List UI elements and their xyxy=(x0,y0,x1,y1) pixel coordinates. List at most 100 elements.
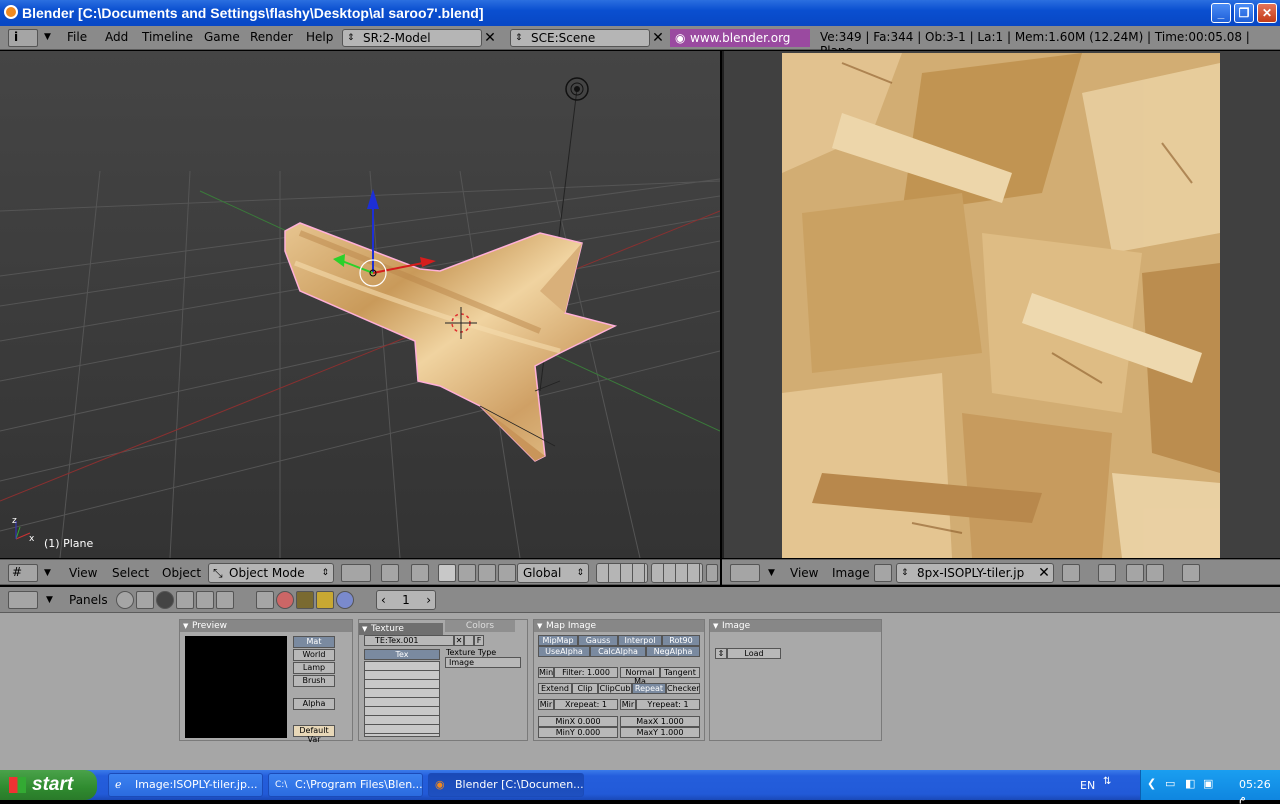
image-browse-icon[interactable]: ⇕ xyxy=(715,648,727,659)
repeat-button[interactable]: Repeat xyxy=(632,683,666,694)
language-indicator[interactable]: EN xyxy=(1080,779,1095,792)
delete-scene-icon[interactable]: ✕ xyxy=(649,29,667,47)
lamp-button[interactable]: Lamp xyxy=(293,662,335,674)
clip-button[interactable]: Clip xyxy=(572,683,598,694)
tangent-selector[interactable]: Tangent xyxy=(660,667,700,678)
texture-channel-list[interactable] xyxy=(364,661,440,737)
collapse-arrow-icon[interactable]: ▼ xyxy=(46,595,53,605)
colors-tab[interactable]: Colors xyxy=(445,620,515,632)
texture-type-selector[interactable]: Image xyxy=(445,657,521,668)
close-button[interactable]: ✕ xyxy=(1257,3,1277,23)
start-button[interactable]: start xyxy=(0,770,97,800)
snap-icon[interactable] xyxy=(411,564,429,582)
menu-game[interactable]: Game xyxy=(204,30,240,44)
filter-field[interactable]: Filter: 1.000 xyxy=(554,667,618,678)
taskbar-item-blender[interactable]: ◉ Blender [C:\Documen... xyxy=(428,773,584,797)
miny-field[interactable]: MinY 0.000 xyxy=(538,727,618,738)
volume-icon[interactable]: ◧ xyxy=(1185,777,1195,790)
clock[interactable]: 05:26 م xyxy=(1239,778,1280,804)
image-editor-type-icon[interactable] xyxy=(730,564,760,582)
interpol-toggle[interactable]: Interpol xyxy=(618,635,662,646)
orientation-selector[interactable]: Global ⇕ xyxy=(517,563,589,583)
object-context-icon[interactable] xyxy=(176,591,194,609)
collapse-arrow-icon[interactable]: ▼ xyxy=(44,32,51,42)
view3d-editor-icon[interactable]: # xyxy=(8,564,38,582)
scene-context-icon[interactable] xyxy=(216,591,234,609)
clipcube-button[interactable]: ClipCub xyxy=(598,683,632,694)
layer-buttons-1[interactable] xyxy=(596,563,648,583)
lock-icon[interactable] xyxy=(1182,564,1200,582)
collapse-arrow-icon[interactable]: ▼ xyxy=(44,568,51,578)
usealpha-toggle[interactable]: UseAlpha xyxy=(538,646,590,657)
mode-selector[interactable]: ⤡ Object Mode ⇕ xyxy=(208,563,334,583)
default-var-button[interactable]: Default Var xyxy=(293,725,335,744)
pin-icon[interactable] xyxy=(874,564,892,582)
checker-button[interactable]: Checker xyxy=(666,683,700,694)
menu-view[interactable]: View xyxy=(69,566,97,580)
menu-select[interactable]: Select xyxy=(112,566,149,580)
3d-viewport[interactable]: xz xyxy=(0,51,720,558)
script-context-icon[interactable] xyxy=(136,591,154,609)
texture-face-icon[interactable] xyxy=(1126,564,1144,582)
pivot-icon[interactable] xyxy=(381,564,399,582)
negalpha-toggle[interactable]: NegAlpha xyxy=(646,646,700,657)
image-panel-title[interactable]: Image xyxy=(710,620,881,632)
delete-screen-icon[interactable]: ✕ xyxy=(481,29,499,47)
brush-button[interactable]: Brush xyxy=(293,675,335,687)
gauss-toggle[interactable]: Gauss xyxy=(578,635,618,646)
network-icon[interactable]: ▭ xyxy=(1165,777,1175,790)
tray-expand-icon[interactable]: ❮ xyxy=(1147,777,1156,790)
editing-context-icon[interactable] xyxy=(196,591,214,609)
texture-buttons-icon[interactable] xyxy=(296,591,314,609)
layer-buttons-2[interactable] xyxy=(651,563,703,583)
monitor-icon[interactable]: ▣ xyxy=(1203,777,1213,790)
collapse-arrow-icon[interactable]: ▼ xyxy=(768,568,775,578)
texture-image[interactable] xyxy=(782,53,1220,558)
radiosity-buttons-icon[interactable] xyxy=(316,591,334,609)
mirror-x-toggle[interactable]: Mir xyxy=(538,699,554,710)
frame-field[interactable]: ‹ 1 › xyxy=(376,590,436,610)
map-image-title[interactable]: Map Image xyxy=(534,620,704,632)
lamp-buttons-icon[interactable] xyxy=(256,591,274,609)
mipmap-toggle[interactable]: MipMap xyxy=(538,635,578,646)
restore-button[interactable]: ❐ xyxy=(1234,3,1254,23)
minimize-button[interactable]: _ xyxy=(1211,3,1231,23)
auto-name-icon[interactable] xyxy=(464,635,474,646)
tex-channel-header[interactable]: Tex xyxy=(364,649,440,660)
editor-type-icon[interactable]: i xyxy=(8,29,38,47)
buttons-editor-icon[interactable] xyxy=(8,591,38,609)
language-bar-icon[interactable]: ⇅ xyxy=(1103,776,1111,787)
menu-object[interactable]: Object xyxy=(162,566,201,580)
preview-panel-title[interactable]: Preview xyxy=(180,620,352,632)
taskbar-item-image-viewer[interactable]: ℯ Image:ISOPLY-tiler.jp... xyxy=(108,773,263,797)
texture-tab[interactable]: Texture xyxy=(359,623,443,635)
menu-view[interactable]: View xyxy=(790,566,818,580)
calcalpha-toggle[interactable]: CalcAlpha xyxy=(590,646,646,657)
delete-texture-icon[interactable]: ✕ xyxy=(454,635,464,646)
material-buttons-icon[interactable] xyxy=(276,591,294,609)
image-selector[interactable]: ⇕ 8px-ISOPLY-tiler.jp xyxy=(896,563,1054,583)
unlink-image-icon[interactable]: ✕ xyxy=(1035,564,1053,582)
shading-context-icon[interactable] xyxy=(156,591,174,609)
rotate-manipulator-icon[interactable] xyxy=(478,564,496,582)
viewport-scene[interactable]: xz xyxy=(0,51,720,558)
menu-file[interactable]: File xyxy=(67,30,87,44)
menu-render[interactable]: Render xyxy=(250,30,293,44)
menu-add[interactable]: Add xyxy=(105,30,128,44)
world-button[interactable]: World xyxy=(293,649,335,661)
logic-context-icon[interactable] xyxy=(116,591,134,609)
menu-timeline[interactable]: Timeline xyxy=(142,30,193,44)
paint-icon[interactable] xyxy=(1098,564,1116,582)
maxy-field[interactable]: MaxY 1.000 xyxy=(620,727,700,738)
alpha-icon[interactable] xyxy=(1146,564,1164,582)
menu-help[interactable]: Help xyxy=(306,30,333,44)
extend-button[interactable]: Extend xyxy=(538,683,572,694)
menu-image[interactable]: Image xyxy=(832,566,870,580)
taskbar-item-command-prompt[interactable]: C:\ C:\Program Files\Blen... xyxy=(268,773,423,797)
translate-manipulator-icon[interactable] xyxy=(458,564,476,582)
xrepeat-field[interactable]: Xrepeat: 1 xyxy=(554,699,618,710)
load-image-button[interactable]: Load xyxy=(727,648,781,659)
mat-button[interactable]: Mat xyxy=(293,636,335,648)
draw-type-icon[interactable] xyxy=(341,564,371,582)
maxx-field[interactable]: MaxX 1.000 xyxy=(620,716,700,727)
